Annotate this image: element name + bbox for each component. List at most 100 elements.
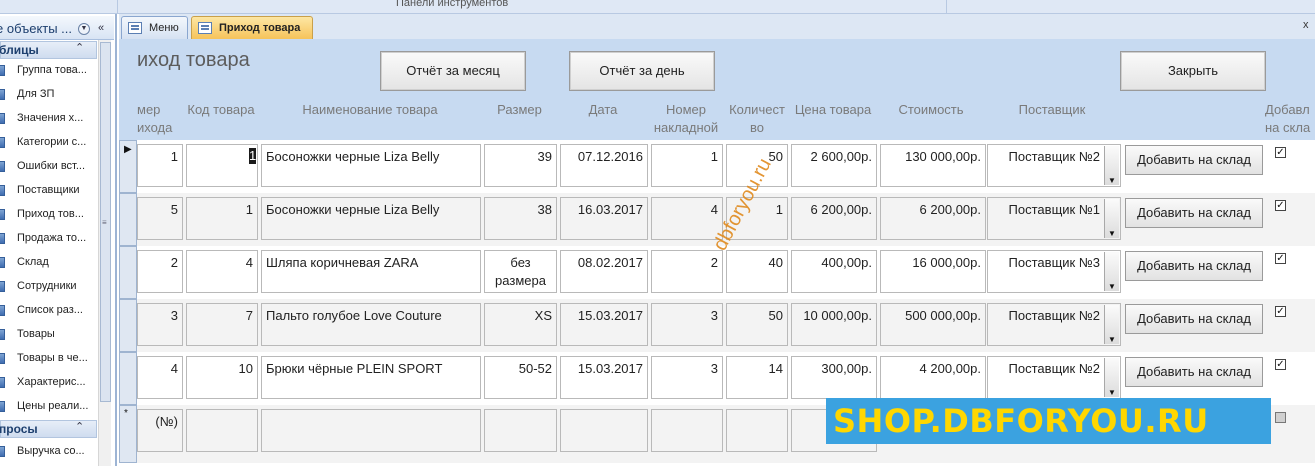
record-selector[interactable]: *: [119, 405, 137, 463]
name-field[interactable]: Босоножки черные Liza Belly: [261, 197, 481, 240]
invoice-field[interactable]: [651, 409, 723, 452]
num-field[interactable]: 3: [137, 303, 183, 346]
invoice-field[interactable]: 4: [651, 197, 723, 240]
chevron-down-icon[interactable]: ▼: [1104, 146, 1119, 185]
collapse-group-icon[interactable]: ⌃: [75, 41, 84, 54]
nav-item[interactable]: Категории с...: [0, 131, 97, 155]
nav-item[interactable]: Список раз...: [0, 299, 97, 323]
nav-item[interactable]: Склад: [0, 251, 97, 275]
added-checkbox[interactable]: ✓: [1275, 253, 1286, 264]
num-field[interactable]: 5: [137, 197, 183, 240]
cost-field[interactable]: 16 000,00р.: [880, 250, 986, 293]
nav-item[interactable]: Ошибки вст...: [0, 155, 97, 179]
size-field[interactable]: 38: [484, 197, 557, 240]
qty-field[interactable]: 14: [726, 356, 788, 399]
size-field[interactable]: XS: [484, 303, 557, 346]
invoice-field[interactable]: 3: [651, 356, 723, 399]
supplier-combo[interactable]: Поставщик №2 ▼: [987, 144, 1121, 187]
price-field[interactable]: 10 000,00р.: [791, 303, 877, 346]
nav-item[interactable]: Сотрудники: [0, 275, 97, 299]
num-field[interactable]: 2: [137, 250, 183, 293]
added-checkbox[interactable]: ✓: [1275, 359, 1286, 370]
name-field[interactable]: [261, 409, 481, 452]
nav-group-tables[interactable]: блицы ⌃: [0, 41, 97, 59]
date-field[interactable]: 07.12.2016: [560, 144, 648, 187]
supplier-combo[interactable]: Поставщик №2 ▼: [987, 303, 1121, 346]
collapse-group-icon[interactable]: ⌃: [75, 420, 84, 433]
nav-item[interactable]: Поставщики: [0, 179, 97, 203]
record-selector[interactable]: ▶: [119, 140, 137, 193]
date-field[interactable]: 08.02.2017: [560, 250, 648, 293]
code-field[interactable]: 4: [186, 250, 258, 293]
code-field[interactable]: 1: [186, 197, 258, 240]
day-report-button[interactable]: Отчёт за день: [569, 51, 715, 91]
added-checkbox[interactable]: [1275, 412, 1286, 423]
added-checkbox[interactable]: ✓: [1275, 200, 1286, 211]
nav-item[interactable]: Приход тов...: [0, 203, 97, 227]
cost-field[interactable]: 4 200,00р.: [880, 356, 986, 399]
code-field[interactable]: 10: [186, 356, 258, 399]
nav-pane-title[interactable]: е объекты ...: [0, 21, 72, 36]
price-field[interactable]: 6 200,00р.: [791, 197, 877, 240]
size-field[interactable]: 39: [484, 144, 557, 187]
add-to-warehouse-button[interactable]: Добавить на склад: [1125, 145, 1263, 175]
date-field[interactable]: [560, 409, 648, 452]
chevron-down-icon[interactable]: ▼: [1104, 305, 1119, 344]
record-selector[interactable]: [119, 193, 137, 246]
record-selector[interactable]: [119, 246, 137, 299]
invoice-field[interactable]: 2: [651, 250, 723, 293]
invoice-field[interactable]: 3: [651, 303, 723, 346]
nav-item[interactable]: Цены реали...: [0, 395, 97, 419]
qty-field[interactable]: [726, 409, 788, 452]
size-field[interactable]: 50-52: [484, 356, 557, 399]
added-checkbox[interactable]: ✓: [1275, 147, 1286, 158]
nav-item[interactable]: Продажа то...: [0, 227, 97, 251]
record-selector[interactable]: [119, 352, 137, 405]
chevron-down-icon[interactable]: ▼: [1104, 358, 1119, 397]
size-field[interactable]: без размера: [484, 250, 557, 293]
tab-prihod-tovara[interactable]: Приход товара: [191, 16, 313, 39]
cost-field[interactable]: 130 000,00р.: [880, 144, 986, 187]
close-button[interactable]: Закрыть: [1120, 51, 1266, 91]
added-checkbox[interactable]: ✓: [1275, 306, 1286, 317]
nav-item[interactable]: Группа това...: [0, 59, 97, 83]
record-selector[interactable]: [119, 299, 137, 352]
add-to-warehouse-button[interactable]: Добавить на склад: [1125, 251, 1263, 281]
cost-field[interactable]: 6 200,00р.: [880, 197, 986, 240]
num-field[interactable]: 1: [137, 144, 183, 187]
price-field[interactable]: 400,00р.: [791, 250, 877, 293]
supplier-combo[interactable]: Поставщик №2 ▼: [987, 356, 1121, 399]
name-field[interactable]: Пальто голубое Love Couture: [261, 303, 481, 346]
nav-item[interactable]: Для ЗП: [0, 83, 97, 107]
add-to-warehouse-button[interactable]: Добавить на склад: [1125, 357, 1263, 387]
chevron-down-icon[interactable]: ▼: [1104, 199, 1119, 238]
date-field[interactable]: 15.03.2017: [560, 303, 648, 346]
nav-pane-header[interactable]: е объекты ... ▼ «: [0, 16, 114, 40]
qty-field[interactable]: 50: [726, 303, 788, 346]
date-field[interactable]: 16.03.2017: [560, 197, 648, 240]
nav-item[interactable]: Товары: [0, 323, 97, 347]
code-field[interactable]: 7: [186, 303, 258, 346]
close-icon[interactable]: x: [1303, 19, 1309, 31]
name-field[interactable]: Босоножки черные Liza Belly: [261, 144, 481, 187]
nav-group-queries[interactable]: просы ⌃: [0, 420, 97, 438]
supplier-combo[interactable]: Поставщик №1 ▼: [987, 197, 1121, 240]
cost-field[interactable]: 500 000,00р.: [880, 303, 986, 346]
date-field[interactable]: 15.03.2017: [560, 356, 648, 399]
tab-menu[interactable]: Меню: [121, 16, 188, 39]
name-field[interactable]: Шляпа коричневая ZARA: [261, 250, 481, 293]
month-report-button[interactable]: Отчёт за месяц: [380, 51, 526, 91]
nav-item[interactable]: Товары в че...: [0, 347, 97, 371]
add-to-warehouse-button[interactable]: Добавить на склад: [1125, 198, 1263, 228]
nav-item[interactable]: Выручка со...: [0, 440, 97, 464]
qty-field[interactable]: 40: [726, 250, 788, 293]
chevron-down-icon[interactable]: ▼: [78, 23, 90, 35]
code-field[interactable]: 1: [186, 144, 258, 187]
num-field[interactable]: (№): [137, 409, 183, 452]
price-field[interactable]: 2 600,00р.: [791, 144, 877, 187]
size-field[interactable]: [484, 409, 557, 452]
nav-scrollbar[interactable]: ≡: [98, 40, 111, 466]
supplier-combo[interactable]: Поставщик №3 ▼: [987, 250, 1121, 293]
invoice-field[interactable]: 1: [651, 144, 723, 187]
nav-item[interactable]: Значения х...: [0, 107, 97, 131]
